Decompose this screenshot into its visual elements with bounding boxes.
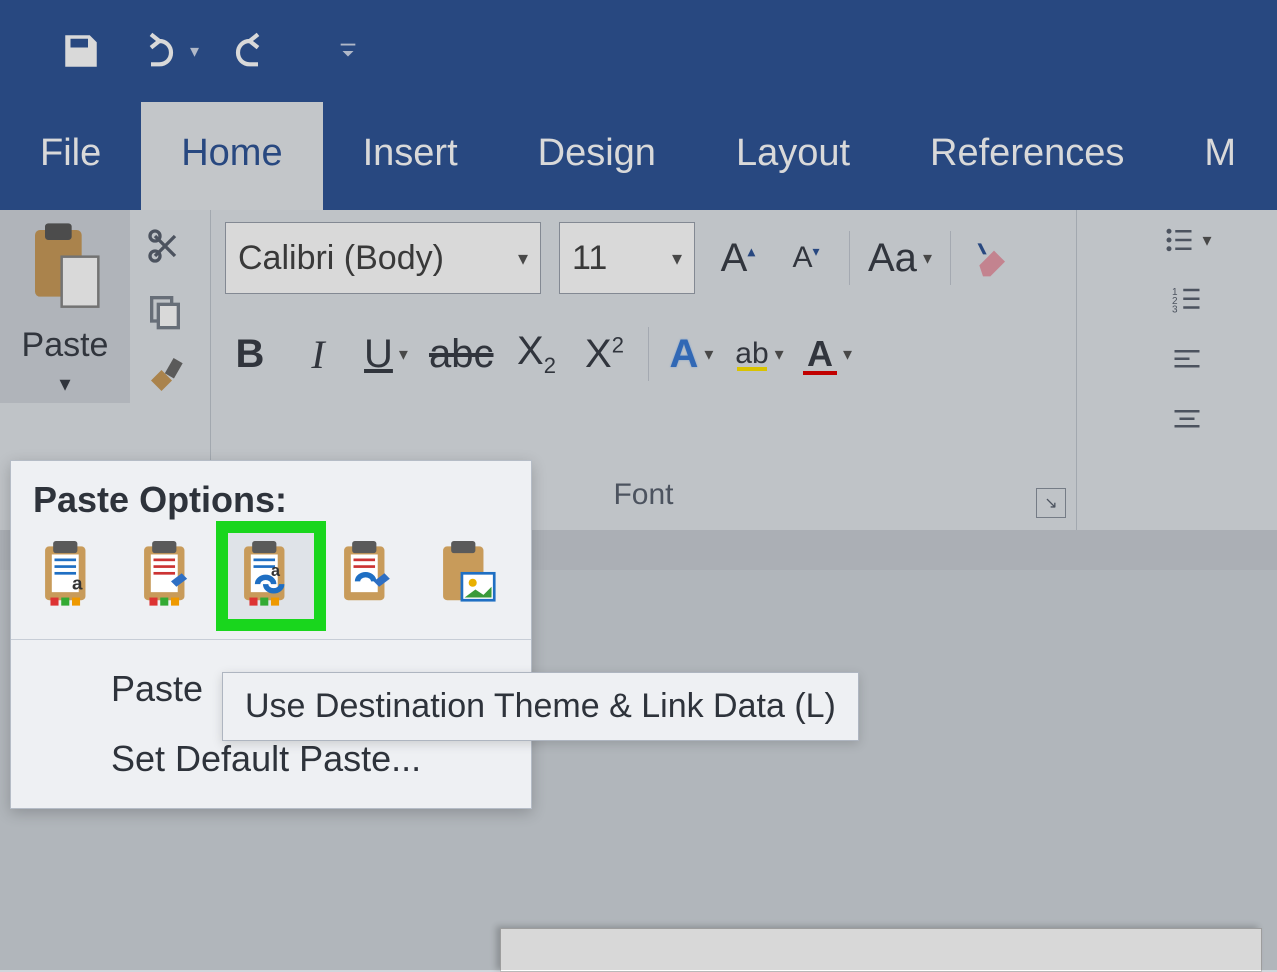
redo-button[interactable] <box>229 31 277 71</box>
svg-text:3: 3 <box>1172 305 1178 316</box>
tab-more-truncated[interactable]: M <box>1164 102 1276 210</box>
numbered-list-icon: 1 2 3 <box>1170 285 1204 315</box>
font-color-button[interactable]: A <box>803 324 853 384</box>
paste-use-destination-styles-button[interactable] <box>127 531 217 621</box>
clipboard-keep-source-icon: a <box>39 541 105 611</box>
strikethrough-icon: abc <box>429 332 494 377</box>
eraser-icon <box>972 236 1016 280</box>
clipboard-link-data-icon: a <box>238 541 304 611</box>
tab-home[interactable]: Home <box>141 102 322 210</box>
bold-icon: B <box>236 332 265 377</box>
grow-font-icon: A▴ <box>721 236 756 281</box>
highlight-color-button[interactable]: ab <box>735 324 785 384</box>
copy-icon <box>145 291 185 331</box>
superscript-icon: X2 <box>585 332 624 377</box>
paste-keep-source-formatting-button[interactable]: a <box>27 531 117 621</box>
subscript-icon: X2 <box>517 329 556 379</box>
ribbon-tabs: File Home Insert Design Layout Reference… <box>0 102 1277 210</box>
text-effects-icon: A <box>670 332 699 377</box>
font-size-combobox[interactable]: 11 ▾ <box>559 222 695 294</box>
clipboard-picture-icon <box>437 541 503 611</box>
shrink-font-icon: A▾ <box>792 241 819 275</box>
format-painter-button[interactable] <box>144 356 186 403</box>
text-effects-button[interactable]: A <box>667 324 717 384</box>
redo-icon <box>229 31 277 71</box>
undo-button[interactable]: ▾ <box>132 31 199 71</box>
clipboard-dest-styles-icon <box>138 541 204 611</box>
align-left-icon <box>1170 345 1204 375</box>
font-dialog-launcher[interactable]: ↘ <box>1036 488 1066 518</box>
save-button[interactable] <box>60 30 102 72</box>
paste-split-button[interactable]: Paste ▾ <box>0 210 130 403</box>
change-case-button[interactable]: Aa <box>868 228 932 288</box>
paste-icon <box>25 220 105 320</box>
paste-label: Paste <box>22 326 109 365</box>
numbering-button[interactable]: 1 2 3 <box>1097 270 1277 330</box>
undo-dropdown-caret[interactable]: ▾ <box>190 41 199 62</box>
strikethrough-button[interactable]: abc <box>429 324 494 384</box>
bullet-list-icon <box>1162 225 1196 255</box>
quick-access-toolbar: ▾ <box>0 0 1277 102</box>
customize-icon <box>337 40 359 62</box>
italic-icon: I <box>311 331 324 378</box>
grow-font-button[interactable]: A▴ <box>713 228 763 288</box>
tab-layout[interactable]: Layout <box>696 102 890 210</box>
chevron-down-icon: ▾ <box>672 246 682 271</box>
paste-options-popup: Paste Options: a <box>10 460 532 809</box>
superscript-button[interactable]: X2 <box>580 324 630 384</box>
subscript-button[interactable]: X2 <box>512 324 562 384</box>
tab-file[interactable]: File <box>0 102 141 210</box>
font-color-icon: A <box>803 333 837 375</box>
format-painter-icon <box>144 356 186 398</box>
shrink-font-button[interactable]: A▾ <box>781 228 831 288</box>
scissors-icon <box>145 226 185 266</box>
group-paragraph: 1 2 3 <box>1077 210 1277 530</box>
tab-references[interactable]: References <box>890 102 1164 210</box>
align-left-button[interactable] <box>1097 330 1277 390</box>
document-page <box>500 928 1262 972</box>
paste-link-dest-styles-button[interactable] <box>326 531 416 621</box>
align-center-button[interactable] <box>1097 390 1277 450</box>
font-size-value: 11 <box>572 239 607 278</box>
copy-button[interactable] <box>145 291 185 336</box>
save-icon <box>60 30 102 72</box>
paste-dropdown-caret[interactable]: ▾ <box>59 371 70 397</box>
bullets-button[interactable] <box>1097 210 1277 270</box>
clipboard-link-dest-icon <box>338 541 404 611</box>
paste-as-picture-button[interactable] <box>425 531 515 621</box>
bold-button[interactable]: B <box>225 324 275 384</box>
highlight-icon: ab <box>735 337 768 371</box>
paste-link-data-button[interactable]: a <box>226 531 316 621</box>
underline-icon: U <box>364 332 393 377</box>
cut-button[interactable] <box>145 226 185 271</box>
font-name-value: Calibri (Body) <box>238 239 444 278</box>
clear-formatting-button[interactable] <box>969 228 1019 288</box>
chevron-down-icon: ▾ <box>518 246 528 271</box>
italic-button[interactable]: I <box>293 324 343 384</box>
paste-options-title: Paste Options: <box>11 461 531 531</box>
customize-quick-access-button[interactable] <box>337 40 359 62</box>
underline-button[interactable]: U <box>361 324 411 384</box>
align-center-icon <box>1170 405 1204 435</box>
undo-icon <box>132 31 180 71</box>
font-name-combobox[interactable]: Calibri (Body) ▾ <box>225 222 541 294</box>
svg-text:a: a <box>72 572 83 593</box>
dialog-launcher-icon: ↘ <box>1044 493 1057 513</box>
paste-option-tooltip: Use Destination Theme & Link Data (L) <box>222 672 859 741</box>
tab-insert[interactable]: Insert <box>323 102 498 210</box>
tab-design[interactable]: Design <box>498 102 696 210</box>
change-case-icon: Aa <box>868 236 917 281</box>
